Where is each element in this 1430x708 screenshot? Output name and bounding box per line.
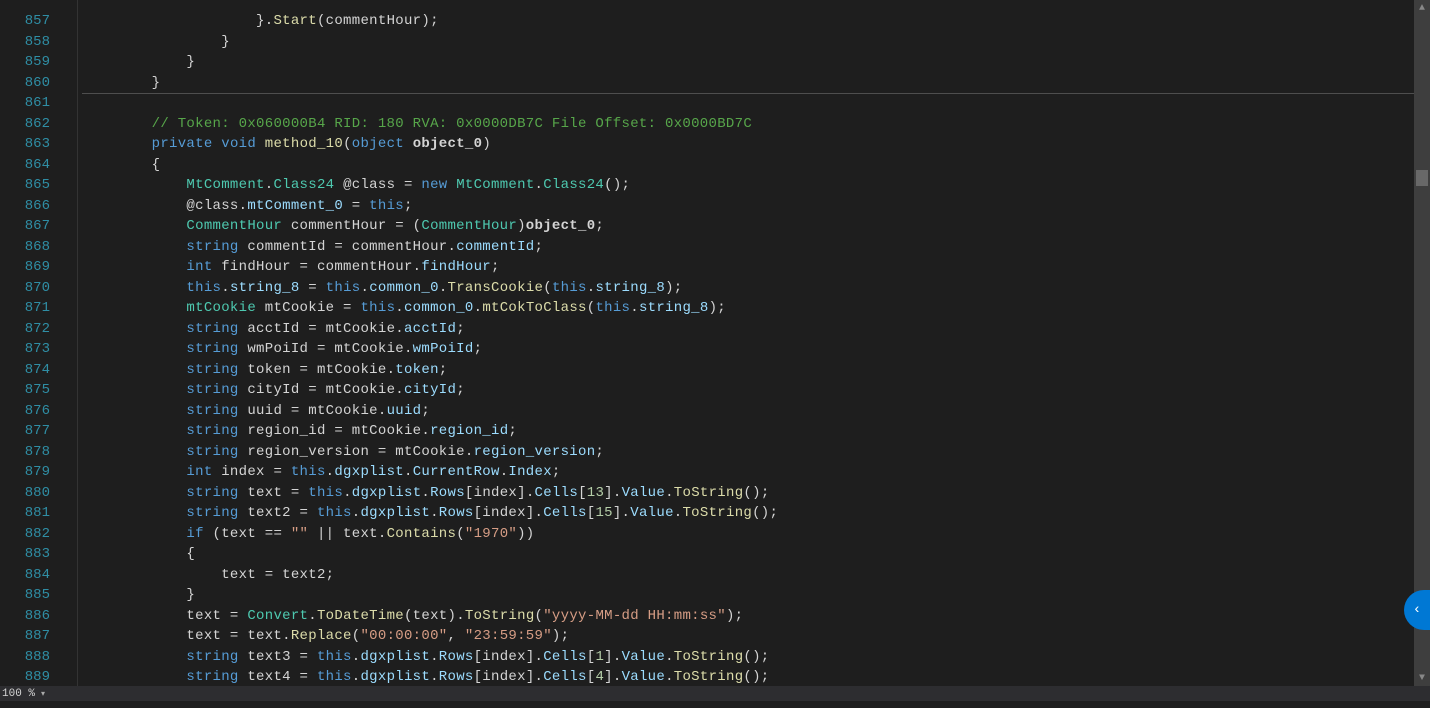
line-number: 882 [0,524,50,545]
code-line[interactable]: this.string_8 = this.common_0.TransCooki… [82,278,1430,299]
code-line[interactable]: text = text.Replace("00:00:00", "23:59:5… [82,626,1430,647]
line-number: 878 [0,442,50,463]
line-number: 877 [0,421,50,442]
line-number: 869 [0,257,50,278]
line-number: 887 [0,626,50,647]
line-number: 858 [0,32,50,53]
code-line[interactable]: { [82,155,1430,176]
code-line[interactable]: if (text == "" || text.Contains("1970")) [82,524,1430,545]
code-line[interactable]: string text2 = this.dgxplist.Rows[index]… [82,503,1430,524]
line-number: 874 [0,360,50,381]
line-number: 886 [0,606,50,627]
code-line[interactable]: text = Convert.ToDateTime(text).ToString… [82,606,1430,627]
line-number: 889 [0,667,50,688]
status-bar: 100 % ▾ [0,686,1430,701]
code-line[interactable]: } [82,73,1430,94]
scroll-down-arrow-icon[interactable]: ▼ [1414,670,1430,686]
code-line[interactable]: string region_version = mtCookie.region_… [82,442,1430,463]
line-number: 870 [0,278,50,299]
code-line[interactable]: { [82,544,1430,565]
line-number: 873 [0,339,50,360]
line-number: 859 [0,52,50,73]
line-number: 861 [0,93,50,114]
line-number: 888 [0,647,50,668]
line-number: 863 [0,134,50,155]
code-line[interactable]: string commentId = commentHour.commentId… [82,237,1430,258]
line-number: 884 [0,565,50,586]
code-text-area[interactable]: }.Start(commentHour); } } } // Token: 0x… [78,0,1430,686]
code-line[interactable]: string cityId = mtCookie.cityId; [82,380,1430,401]
line-number: 872 [0,319,50,340]
code-line[interactable]: } [82,52,1430,73]
zoom-level-value: 100 % [2,688,35,700]
code-line[interactable]: } [82,585,1430,606]
line-number: 875 [0,380,50,401]
line-number: 866 [0,196,50,217]
zoom-level-dropdown[interactable]: 100 % ▾ [2,688,49,700]
code-line[interactable]: string token = mtCookie.token; [82,360,1430,381]
code-line[interactable]: string text3 = this.dgxplist.Rows[index]… [82,647,1430,668]
line-number: 865 [0,175,50,196]
code-line[interactable]: text = text2; [82,565,1430,586]
line-number: 860 [0,73,50,94]
code-line[interactable]: MtComment.Class24 @class = new MtComment… [82,175,1430,196]
code-line[interactable]: // Token: 0x060000B4 RID: 180 RVA: 0x000… [82,114,1430,135]
line-number: 857 [0,11,50,32]
code-line[interactable]: private void method_10(object object_0) [82,134,1430,155]
chevron-down-icon: ▾ [37,688,49,700]
code-line[interactable]: int findHour = commentHour.findHour; [82,257,1430,278]
code-line[interactable]: string region_id = mtCookie.region_id; [82,421,1430,442]
line-number: 867 [0,216,50,237]
line-number: 868 [0,237,50,258]
code-line[interactable]: string text = this.dgxplist.Rows[index].… [82,483,1430,504]
code-line[interactable]: string acctId = mtCookie.acctId; [82,319,1430,340]
line-number: 880 [0,483,50,504]
code-line[interactable]: int index = this.dgxplist.CurrentRow.Ind… [82,462,1430,483]
line-number: 864 [0,155,50,176]
vertical-scrollbar[interactable]: ▲ ▼ [1414,0,1430,686]
line-number: 885 [0,585,50,606]
code-line[interactable]: mtCookie mtCookie = this.common_0.mtCokT… [82,298,1430,319]
line-number: 879 [0,462,50,483]
code-line[interactable]: string text4 = this.dgxplist.Rows[index]… [82,667,1430,686]
code-line[interactable]: } [82,32,1430,53]
code-line[interactable] [82,93,1430,114]
line-number-gutter: 8578588598608618628638648658668678688698… [0,0,58,686]
scrollbar-thumb[interactable] [1416,170,1428,186]
line-number: 871 [0,298,50,319]
chevron-left-icon: ‹ [1413,602,1421,618]
code-editor[interactable]: 8578588598608618628638648658668678688698… [0,0,1430,686]
code-line[interactable]: @class.mtComment_0 = this; [82,196,1430,217]
code-line[interactable]: }.Start(commentHour); [82,11,1430,32]
code-line[interactable]: string wmPoiId = mtCookie.wmPoiId; [82,339,1430,360]
line-number: 881 [0,503,50,524]
scroll-up-arrow-icon[interactable]: ▲ [1414,0,1430,16]
fold-margin[interactable] [58,0,78,686]
code-line[interactable]: CommentHour commentHour = (CommentHour)o… [82,216,1430,237]
line-number: 862 [0,114,50,135]
line-number: 883 [0,544,50,565]
line-number: 876 [0,401,50,422]
code-line[interactable]: string uuid = mtCookie.uuid; [82,401,1430,422]
